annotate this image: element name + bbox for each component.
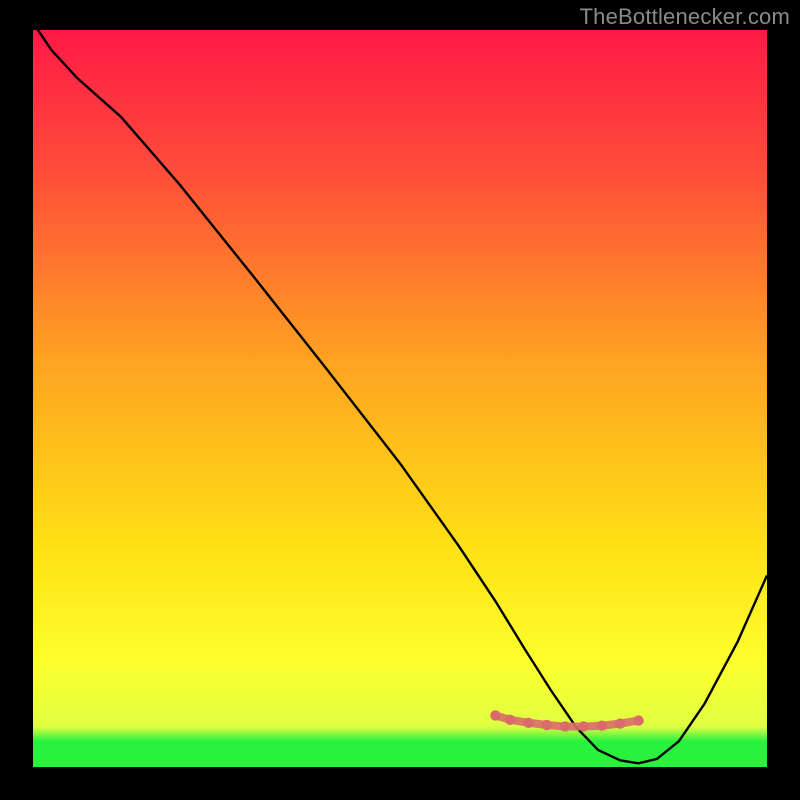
gradient-background [33, 30, 767, 767]
green-band [33, 741, 767, 767]
watermark-text: TheBottlenecker.com [580, 4, 790, 30]
chart-svg [0, 0, 800, 800]
bottleneck-chart: TheBottlenecker.com [0, 0, 800, 800]
